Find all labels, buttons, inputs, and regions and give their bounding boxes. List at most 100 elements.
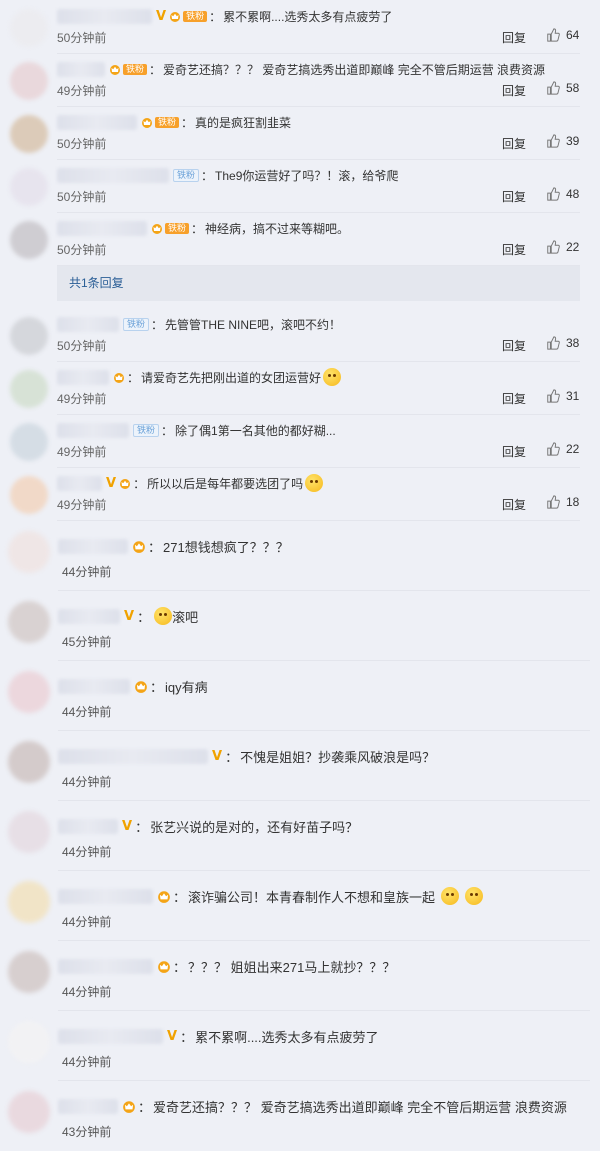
timestamp: 50分钟前 (57, 31, 107, 45)
crown-icon (114, 372, 124, 383)
comment-row: V ：所以以后是每年都要选团了吗 49分钟前 回复 18 (0, 468, 600, 521)
comment-text: 真的是疯狂割韭菜 (195, 115, 292, 130)
like-count: 18 (566, 495, 580, 509)
colon: ： (173, 959, 187, 975)
like-button[interactable]: 22 (546, 442, 579, 456)
thumbs-up-icon (547, 495, 560, 509)
v-badge-icon: V (156, 8, 167, 24)
fan-badge: 铁粉 (173, 168, 200, 182)
comment-text: 累不累啊....选秀太多有点疲劳了 (223, 9, 393, 24)
avatar[interactable] (10, 317, 48, 355)
username[interactable] (58, 608, 120, 624)
comment-line: V：不愧是姐姐？抄袭乘风破浪是吗？ (58, 746, 590, 766)
avatar[interactable] (10, 115, 48, 153)
thumbs-up-icon (547, 240, 560, 254)
v-badge-icon: V (167, 1028, 178, 1044)
like-button[interactable]: 64 (546, 28, 579, 42)
comment-text: 张艺兴说的是对的，还有好苗子吗？ (150, 819, 359, 835)
timestamp: 50分钟前 (57, 137, 107, 151)
avatar[interactable] (10, 423, 48, 461)
username[interactable] (57, 8, 152, 24)
username[interactable] (58, 538, 128, 554)
avatar[interactable] (10, 9, 48, 47)
avatar[interactable] (8, 1091, 50, 1133)
like-button[interactable]: 18 (546, 495, 579, 509)
timestamp: 45分钟前 (62, 635, 112, 649)
username[interactable] (57, 475, 102, 491)
username[interactable] (58, 1028, 163, 1044)
username[interactable] (57, 316, 119, 332)
like-button[interactable]: 58 (546, 81, 579, 95)
username[interactable] (57, 220, 147, 236)
reply-button[interactable]: 回复 (502, 29, 526, 46)
avatar[interactable] (8, 881, 50, 923)
like-count: 48 (566, 187, 580, 201)
avatar[interactable] (10, 370, 48, 408)
avatar[interactable] (10, 476, 48, 514)
comment-line: V：张艺兴说的是对的，还有好苗子吗？ (58, 816, 590, 836)
comment-row: 铁粉：神经病，搞不过来等糊吧。 50分钟前 回复 22 (0, 213, 600, 266)
like-button[interactable]: 31 (546, 389, 579, 403)
reply-button[interactable]: 回复 (502, 390, 526, 407)
colon: ： (201, 168, 214, 183)
username[interactable] (58, 818, 118, 834)
crown-icon (142, 117, 152, 128)
avatar[interactable] (10, 168, 48, 206)
username[interactable] (58, 958, 153, 974)
avatar[interactable] (8, 811, 50, 853)
reply-button[interactable]: 回复 (502, 135, 526, 152)
comment-text: 除了偶1第一名其他的都好糊... (175, 423, 336, 438)
comment-row: ：请爱奇艺先把刚出道的女团运营好 49分钟前 回复 31 (0, 362, 600, 415)
thumbs-up-icon (547, 187, 560, 201)
avatar[interactable] (10, 221, 48, 259)
v-badge-icon: V (122, 818, 133, 834)
reply-button[interactable]: 回复 (502, 496, 526, 513)
comment-text: iqy有病 (165, 679, 208, 695)
comment-text: 累不累啊....选秀太多有点疲劳了 (195, 1029, 379, 1045)
username[interactable] (57, 422, 129, 438)
comment-row: 铁粉：爱奇艺还搞？？？ 爱奇艺搞选秀出道即巅峰 完全不管后期运营 浪费资源 49分… (0, 54, 600, 107)
emoji-icon (305, 474, 324, 492)
avatar[interactable] (8, 531, 50, 573)
comment-line: V： 滚吧 (58, 606, 590, 626)
username[interactable] (58, 1098, 118, 1114)
username[interactable] (57, 167, 169, 183)
fan-badge: 铁粉 (123, 63, 148, 75)
colon: ： (135, 819, 149, 835)
colon: ： (161, 423, 174, 438)
reply-button[interactable]: 回复 (502, 337, 526, 354)
username[interactable] (57, 61, 105, 77)
crown-icon (110, 64, 120, 75)
reply-button[interactable]: 回复 (502, 241, 526, 258)
username[interactable] (57, 114, 137, 130)
avatar[interactable] (8, 671, 50, 713)
username[interactable] (58, 888, 153, 904)
comment-line: 铁粉：真的是疯狂割韭菜 (57, 113, 580, 131)
emoji-icon (441, 887, 460, 905)
reply-button[interactable]: 回复 (502, 443, 526, 460)
avatar[interactable] (10, 62, 48, 100)
colon: ： (127, 370, 140, 385)
timestamp: 44分钟前 (62, 915, 112, 929)
reply-button[interactable]: 回复 (502, 82, 526, 99)
avatar[interactable] (8, 1021, 50, 1063)
like-button[interactable]: 39 (546, 134, 579, 148)
avatar[interactable] (8, 741, 50, 783)
avatar[interactable] (8, 951, 50, 993)
crown-icon (120, 478, 131, 489)
timestamp: 44分钟前 (62, 845, 112, 859)
thumbs-up-icon (547, 389, 560, 403)
thumbs-up-icon (547, 134, 560, 148)
reply-button[interactable]: 回复 (502, 188, 526, 205)
more-replies-link[interactable]: 共1条回复 (57, 266, 580, 301)
username[interactable] (57, 369, 109, 385)
like-button[interactable]: 38 (546, 336, 579, 350)
fan-badge: 铁粉 (155, 116, 180, 128)
comment-text: 不愧是姐姐？抄袭乘风破浪是吗？ (240, 749, 436, 765)
avatar[interactable] (8, 601, 50, 643)
username[interactable] (58, 678, 130, 694)
comment-text: The9你运营好了吗？！滚，给爷爬 (215, 168, 399, 183)
like-button[interactable]: 48 (546, 187, 579, 201)
like-button[interactable]: 22 (546, 240, 579, 254)
username[interactable] (58, 748, 208, 764)
